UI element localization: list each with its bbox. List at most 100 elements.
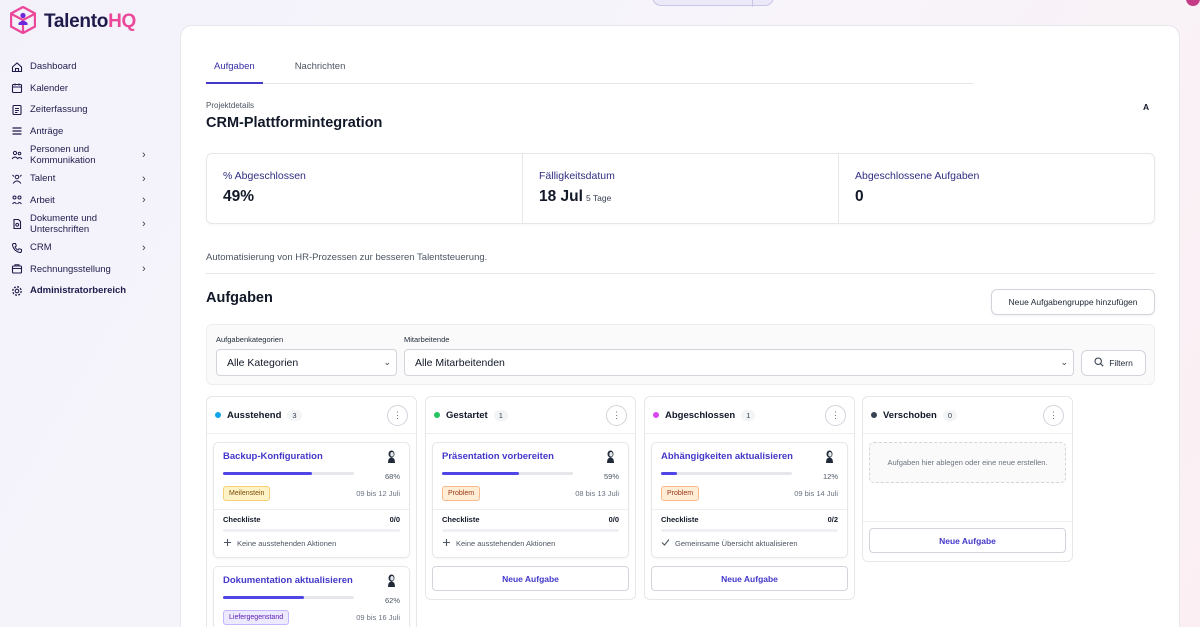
new-task-button[interactable]: Neue Aufgabe xyxy=(651,566,848,591)
add-task-group-button[interactable]: Neue Aufgabengruppe hinzufügen xyxy=(991,289,1155,315)
kanban-column-abgeschlossen: Abgeschlossen 1 ⋮ Abhängigkeiten aktualisie… xyxy=(644,396,855,600)
more-options-icon[interactable]: ⋮ xyxy=(1043,404,1064,426)
stat-completed: % Abgeschlossen 49% xyxy=(207,154,523,223)
new-task-button[interactable]: Neue Aufgabe xyxy=(432,566,629,591)
sidebar-item-label: Administratorbereich xyxy=(30,285,127,297)
sidebar-item-label: Arbeit xyxy=(30,194,55,206)
top-search-pill[interactable] xyxy=(652,0,774,7)
filter-button-label: Filtern xyxy=(1109,358,1133,368)
task-date-range: 09 bis 12 Juli xyxy=(356,489,400,498)
sidebar-item-label: Dashboard xyxy=(30,61,77,73)
sidebar-item-talent[interactable]: Talent › xyxy=(0,168,168,190)
sidebar-item-kalender[interactable]: Kalender xyxy=(0,78,168,100)
checklist-item[interactable]: Keine ausstehenden Aktionen xyxy=(223,538,400,549)
progress-percent: 62% xyxy=(384,596,400,605)
home-icon xyxy=(11,61,23,73)
more-options-icon[interactable]: ⋮ xyxy=(387,404,408,426)
empty-drop-zone[interactable]: Aufgaben hier ablegen oder eine neue ers… xyxy=(869,442,1066,483)
more-options-icon[interactable]: ⋮ xyxy=(606,404,627,426)
talent-icon xyxy=(11,173,23,185)
task-title[interactable]: Dokumentation aktualisieren xyxy=(223,575,400,587)
sidebar-nav: Dashboard Kalender Zeiterfassung Anträge Per… xyxy=(0,56,168,302)
task-progress: 68% xyxy=(223,466,400,481)
task-card[interactable]: Dokumentation aktualisieren 62% Liefergege… xyxy=(213,566,410,627)
sidebar-item-arbeit[interactable]: Arbeit › xyxy=(0,190,168,212)
task-meta: Meilenstein 09 bis 12 Juli xyxy=(223,486,400,501)
filter-button[interactable]: Filtern xyxy=(1081,350,1146,376)
chevron-right-icon: › xyxy=(142,172,146,185)
checklist-header: Checkliste 0/0 xyxy=(442,515,619,524)
assignee-avatar xyxy=(387,450,396,463)
progress-track xyxy=(223,596,354,599)
column-body: Backup-Konfiguration 68% Meilenstein 09 bis… xyxy=(207,434,416,627)
filter-bar: Aufgabenkategorien Alle Kategorien ⌄ Mit… xyxy=(206,324,1155,385)
status-dot xyxy=(871,412,877,418)
stat-done-value: 0 xyxy=(855,188,864,205)
sidebar: TalentoHQ Dashboard Kalender Zeiterfassung… xyxy=(0,0,168,627)
section-divider xyxy=(206,273,1155,274)
sidebar-item-antrge[interactable]: Anträge xyxy=(0,121,168,143)
checklist-header: Checkliste 0/2 xyxy=(661,515,838,524)
chevron-down-icon: ⌄ xyxy=(383,357,391,367)
progress-percent: 68% xyxy=(384,472,400,481)
checklist-label: Checkliste xyxy=(442,515,480,524)
sidebar-item-personen[interactable]: Personen und Kommunikation › xyxy=(0,142,168,168)
progress-track xyxy=(223,472,354,475)
checklist-item[interactable]: Keine ausstehenden Aktionen xyxy=(442,538,619,549)
more-options-icon[interactable]: ⋮ xyxy=(825,404,846,426)
checklist-progress xyxy=(442,529,619,532)
progress-percent: 12% xyxy=(822,472,838,481)
sidebar-item-rechnungsstellung[interactable]: Rechnungsstellung › xyxy=(0,259,168,281)
chevron-right-icon: › xyxy=(142,241,146,254)
checklist-label: Checkliste xyxy=(661,515,699,524)
checklist-progress xyxy=(223,529,400,532)
task-card[interactable]: Abhängigkeiten aktualisieren 12% Problem 09… xyxy=(651,442,848,558)
tab-nachrichten[interactable]: Nachrichten xyxy=(287,53,354,84)
sidebar-item-label: Anträge xyxy=(30,125,64,137)
sidebar-item-label: Rechnungsstellung xyxy=(30,263,111,275)
sidebar-item-zeiterfassung[interactable]: Zeiterfassung xyxy=(0,99,168,121)
task-card[interactable]: Präsentation vorbereiten 59% Problem 08 bis… xyxy=(432,442,629,558)
stats-card: % Abgeschlossen 49% Fälligkeitsdatum 18 … xyxy=(206,153,1155,224)
stat-due-label: Fälligkeitsdatum xyxy=(539,170,615,182)
stat-due-sub: 5 Tage xyxy=(585,193,612,203)
work-icon xyxy=(11,194,23,206)
kanban-column-gestartet: Gestartet 1 ⋮ Präsentation vorbereiten 59% Pr… xyxy=(425,396,636,600)
category-select-value: Alle Kategorien xyxy=(227,356,299,369)
column-header: Gestartet 1 ⋮ xyxy=(426,397,635,434)
project-description: Automatisierung von HR-Prozessen zur bes… xyxy=(206,252,488,263)
status-dot xyxy=(215,412,221,418)
task-meta: Liefergegenstand 09 bis 16 Juli xyxy=(223,610,400,625)
brand-name: TalentoHQ xyxy=(44,10,136,32)
sidebar-item-administratorbereich[interactable]: Administratorbereich xyxy=(0,280,168,302)
sidebar-item-dashboard[interactable]: Dashboard xyxy=(0,56,168,78)
project-title: CRM-Plattformintegration xyxy=(206,115,383,131)
people-icon xyxy=(11,149,23,161)
chevron-right-icon: › xyxy=(142,218,146,230)
sidebar-item-label: Zeiterfassung xyxy=(30,104,88,116)
chevron-right-icon: › xyxy=(142,263,146,276)
checklist-item[interactable]: Gemeinsame Übersicht aktualisieren xyxy=(661,538,838,549)
checklist-count: 0/2 xyxy=(827,515,838,524)
sidebar-item-label: Kalender xyxy=(30,82,69,94)
sidebar-item-crm[interactable]: CRM › xyxy=(0,237,168,259)
task-meta: Problem 09 bis 14 Juli xyxy=(661,486,838,501)
task-card[interactable]: Backup-Konfiguration 68% Meilenstein 09 bis… xyxy=(213,442,410,558)
user-avatar[interactable] xyxy=(1186,0,1200,6)
progress-fill xyxy=(223,472,313,475)
new-task-button[interactable]: Neue Aufgabe xyxy=(869,528,1066,553)
progress-fill xyxy=(661,472,677,475)
sidebar-item-label: Personen und Kommunikation xyxy=(30,144,96,166)
employee-select[interactable]: Alle Mitarbeitenden ⌄ xyxy=(404,349,1074,376)
task-title[interactable]: Präsentation vorbereiten xyxy=(442,451,619,463)
stat-done-tasks: Abgeschlossene Aufgaben 0 xyxy=(839,154,1154,223)
assignee-avatar xyxy=(606,450,615,463)
stat-completed-value: 49% xyxy=(223,188,255,205)
task-title[interactable]: Abhängigkeiten aktualisieren xyxy=(661,451,838,463)
project-avatar[interactable]: A xyxy=(1143,102,1149,112)
tab-aufgaben[interactable]: Aufgaben xyxy=(206,53,263,84)
task-title[interactable]: Backup-Konfiguration xyxy=(223,451,400,463)
checklist-count: 0/0 xyxy=(608,515,619,524)
sidebar-item-dokumente[interactable]: Dokumente und Unterschriften › xyxy=(0,211,168,237)
category-select[interactable]: Alle Kategorien ⌄ xyxy=(216,349,397,376)
